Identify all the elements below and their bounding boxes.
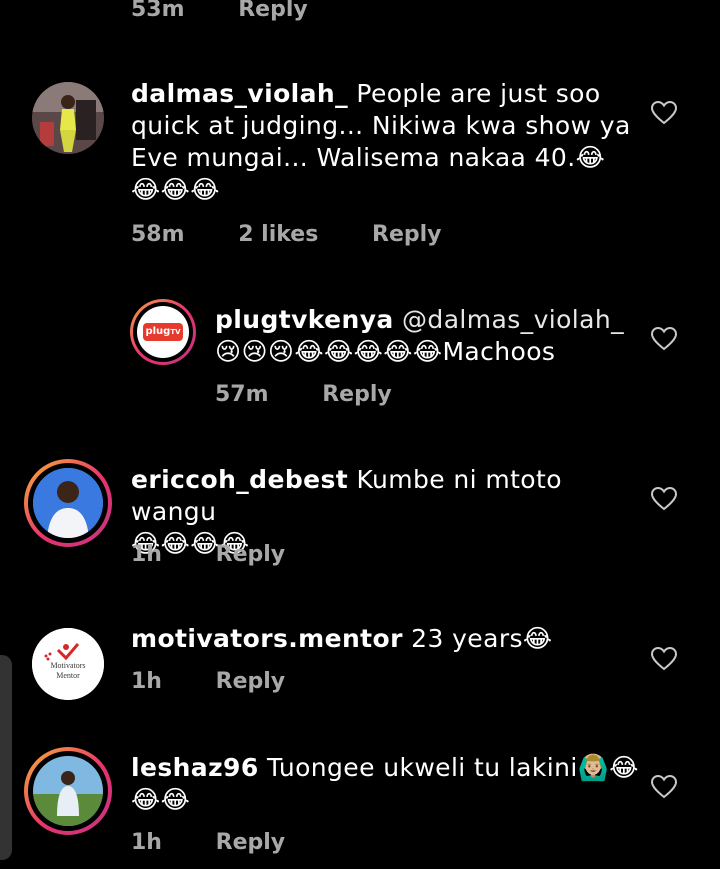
comment-body-line2: 😂😂 [131, 785, 191, 814]
reply-button[interactable]: Reply [238, 0, 308, 22]
avatar[interactable] [32, 82, 104, 154]
avatar-photo [32, 82, 104, 154]
comment-body-line1: People are just soo [348, 79, 601, 108]
reply-button[interactable]: Reply [216, 669, 286, 694]
comment-body-line3: Eve mungai... Walisema nakaa 40.😂 [131, 143, 606, 172]
comment-text: plugtvkenya @dalmas_violah_ 😢😢😢😂😂😂😂😂Mach… [215, 304, 635, 368]
heart-icon[interactable] [651, 775, 677, 799]
svg-text:Motivators: Motivators [50, 661, 85, 670]
comment-username[interactable]: leshaz96 [131, 753, 259, 782]
comment-username[interactable]: plugtvkenya [215, 305, 394, 334]
heart-icon[interactable] [651, 101, 677, 125]
comment-body-line2: quick at judging... Nikiwa kwa show ya [131, 111, 631, 140]
avatar-photo [33, 756, 103, 826]
reply-button[interactable]: Reply [216, 830, 286, 855]
comment-time: 1h [131, 669, 162, 694]
avatar[interactable]: plugTV [130, 299, 196, 365]
edge-panel-handle[interactable] [0, 655, 12, 860]
comment-meta: 1h Reply [131, 542, 331, 567]
comment-meta: 53m Reply [131, 0, 354, 22]
comment-text: leshaz96 Tuongee ukweli tu lakini🙆🏼‍♂️😂 … [131, 752, 651, 816]
comment-username[interactable]: dalmas_violah_ [131, 79, 348, 108]
comment-time: 57m [215, 382, 269, 407]
comment-meta: 1h Reply [131, 830, 331, 855]
plugtv-logo: plugTV [143, 323, 183, 341]
comment-username[interactable]: motivators.mentor [131, 624, 403, 653]
avatar[interactable] [24, 459, 112, 547]
comment-username[interactable]: ericcoh_debest [131, 465, 348, 494]
motivators-logo: Motivators Mentor [32, 628, 104, 700]
likes-count[interactable]: 2 likes [238, 222, 318, 247]
reply-button[interactable]: Reply [372, 222, 442, 247]
comment-body-line2: 😢😢😢😂😂😂😂😂Machoos [215, 337, 556, 366]
comment-body-line4: 😂😂😂 [131, 175, 220, 204]
comment-meta: 57m Reply [215, 382, 438, 407]
comment-text: motivators.mentor 23 years😂 [131, 623, 651, 655]
mention-link[interactable]: @dalmas_violah_ [394, 305, 624, 334]
avatar[interactable] [24, 747, 112, 835]
comment-meta: 1h Reply [131, 669, 331, 694]
comment-time: 1h [131, 542, 162, 567]
svg-text:Mentor: Mentor [56, 671, 80, 680]
avatar[interactable]: Motivators Mentor [32, 628, 104, 700]
heart-icon[interactable] [651, 327, 677, 351]
reply-button[interactable]: Reply [216, 542, 286, 567]
heart-icon[interactable] [651, 647, 677, 671]
comment-time: 53m [131, 0, 185, 22]
comment-time: 58m [131, 222, 185, 247]
comment-body-line1: Tuongee ukweli tu lakini🙆🏼‍♂️😂 [258, 753, 639, 782]
avatar-photo [33, 468, 103, 538]
comment-meta: 58m 2 likes Reply [131, 222, 488, 247]
comment-time: 1h [131, 830, 162, 855]
comment-body-line1: 23 years😂 [402, 624, 553, 653]
comment-text: dalmas_violah_ People are just soo quick… [131, 78, 651, 206]
reply-button[interactable]: Reply [322, 382, 392, 407]
heart-icon[interactable] [651, 487, 677, 511]
